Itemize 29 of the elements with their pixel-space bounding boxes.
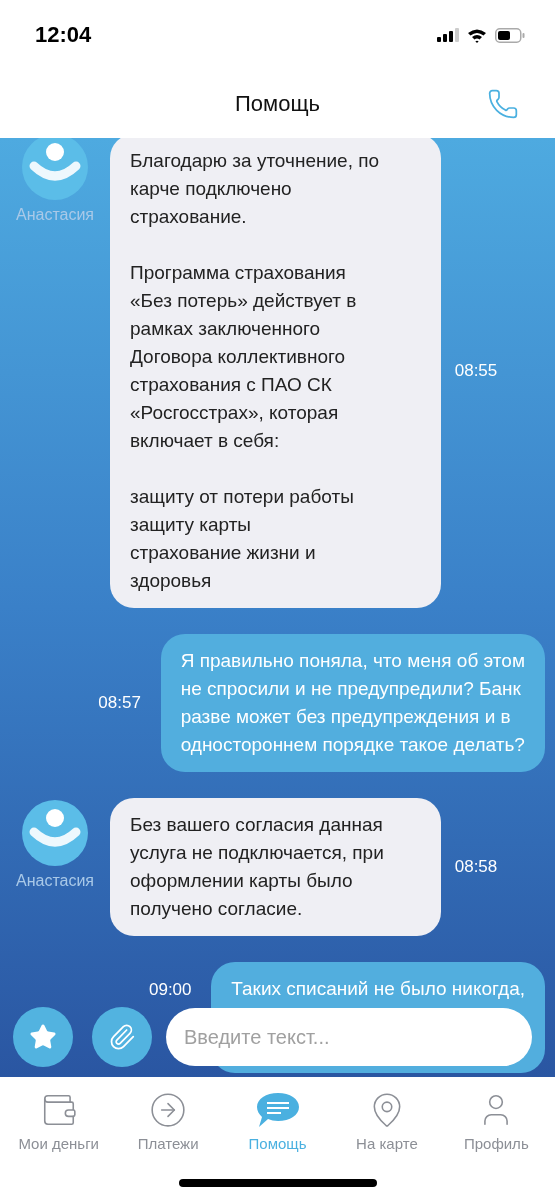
message-input[interactable]: Введите текст...	[166, 1008, 532, 1066]
attach-button[interactable]	[92, 1007, 152, 1067]
wifi-icon	[467, 27, 487, 43]
tab[interactable]: Платежи	[113, 1077, 223, 1165]
arrow-circle-icon	[149, 1090, 188, 1129]
avatar-icon	[22, 138, 88, 200]
message-time: 08:58	[453, 857, 499, 877]
tab[interactable]: Профиль	[441, 1077, 552, 1165]
tab[interactable]: Помощь	[222, 1077, 333, 1165]
chat-icon	[255, 1090, 300, 1129]
paperclip-icon	[108, 1023, 136, 1051]
favorites-button[interactable]	[13, 1007, 73, 1067]
tab[interactable]: На карте	[332, 1077, 442, 1165]
phone-icon	[487, 88, 519, 120]
signal-icon	[437, 28, 459, 42]
message-time: 09:00	[148, 980, 193, 1000]
battery-icon	[495, 27, 525, 43]
message-bubble: Благодарю за уточнение, по карче подключено страхование. Программа страхования «Без потерь» действует в рамках заключенного Договора коллективного страхования с ПАО СК «Росгосстрах», которая включает в себя: защиту от потери работы защиту карты страхование жизни и здоровья	[110, 138, 441, 608]
message-time: 08:57	[97, 693, 142, 713]
header-title: Помощь	[235, 91, 320, 117]
status-time: 12:04	[35, 22, 92, 48]
message-time: 08:55	[453, 361, 499, 381]
tab[interactable]: Мои деньги	[4, 1077, 114, 1165]
star-icon	[29, 1023, 57, 1051]
message-bubble: Я правильно поняла, что меня об этом не спросили и не предупредили? Банк разве может без предупреждения и в одностороннем порядке такое делать?	[160, 634, 545, 772]
avatar-icon	[22, 800, 88, 866]
author-name: Анастасия	[15, 872, 95, 890]
author-name: Анастасия	[15, 206, 95, 224]
message-bubble: Без вашего согласия данная услуга не подключается, при оформлении карты было получено согласие.	[110, 798, 441, 936]
